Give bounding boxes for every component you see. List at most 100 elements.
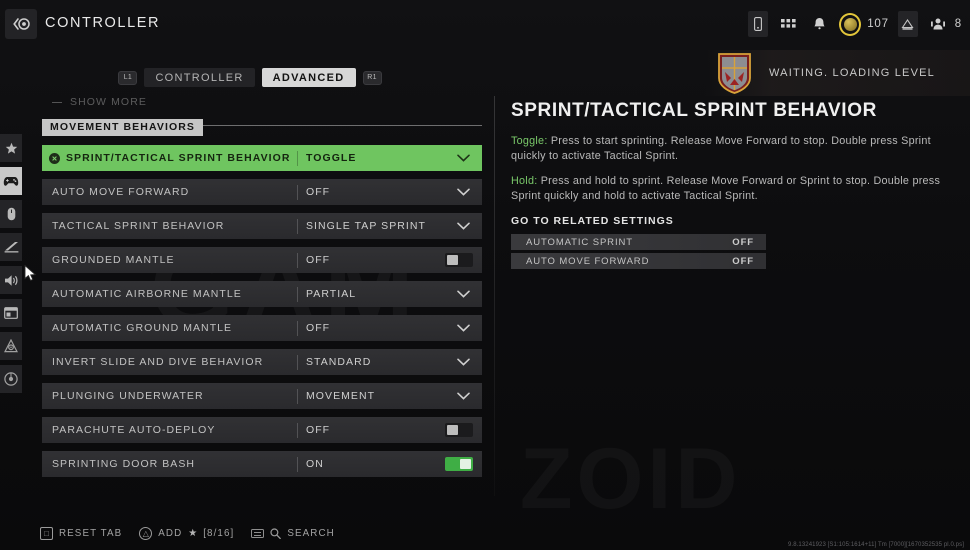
- cod-points-coin-icon[interactable]: [839, 11, 862, 37]
- tab-advanced[interactable]: ADVANCED: [261, 68, 356, 87]
- settings-row[interactable]: AUTOMATIC GROUND MANTLE OFF: [42, 315, 482, 341]
- sidebar-item-mouse-keyboard[interactable]: [0, 200, 22, 228]
- reset-tab-button[interactable]: □ RESET TAB: [40, 527, 122, 540]
- show-more-label: SHOW MORE: [70, 96, 147, 108]
- reset-tab-label: RESET TAB: [59, 528, 123, 539]
- mobile-device-icon[interactable]: [748, 11, 769, 37]
- settings-row[interactable]: TACTICAL SPRINT BEHAVIOR SINGLE TAP SPRIN…: [42, 213, 482, 239]
- detail-paragraph-hold: Hold: Press and hold to sprint. Release …: [511, 174, 961, 204]
- related-settings-list: AUTOMATIC SPRINT OFF AUTO MOVE FORWARD OFF: [511, 234, 963, 269]
- settings-row-value: OFF: [306, 254, 331, 266]
- sidebar-item-audio[interactable]: [0, 266, 22, 294]
- tab-controller[interactable]: CONTROLLER: [144, 68, 255, 87]
- add-label: ADD: [158, 528, 183, 539]
- category-rail: [0, 134, 22, 393]
- star-icon: ★: [188, 528, 198, 539]
- settings-row-label: SPRINTING DOOR BASH: [52, 458, 196, 470]
- settings-row-label: PARACHUTE AUTO-DEPLOY: [52, 424, 216, 436]
- settings-row-label: INVERT SLIDE AND DIVE BEHAVIOR: [52, 356, 264, 368]
- row-separator: [297, 354, 298, 370]
- settings-row-toggle[interactable]: [445, 253, 473, 267]
- panel-divider: [494, 96, 495, 496]
- loading-status-banner: WAITING. LOADING LEVEL: [705, 50, 970, 96]
- top-bar: CONTROLLER 107 8: [0, 0, 970, 48]
- search-button[interactable]: SEARCH: [251, 528, 334, 539]
- row-separator: [297, 150, 298, 166]
- settings-row[interactable]: PARACHUTE AUTO-DEPLOY OFF: [42, 417, 482, 443]
- settings-row-toggle[interactable]: [445, 457, 473, 471]
- settings-list: SHOW MORE MOVEMENT BEHAVIORS SPRINT/TACT…: [42, 92, 482, 477]
- detail-lead-hold: Hold:: [511, 175, 538, 187]
- related-setting-row[interactable]: AUTO MOVE FORWARD OFF: [511, 253, 766, 269]
- bell-notification-icon[interactable]: [808, 11, 830, 37]
- related-settings-heading: GO TO RELATED SETTINGS: [511, 215, 674, 227]
- sidebar-item-interface[interactable]: [0, 299, 22, 327]
- row-separator: [297, 184, 298, 200]
- banner-status-text: WAITING. LOADING LEVEL: [769, 67, 935, 79]
- squad-members-icon[interactable]: [927, 11, 949, 37]
- settings-row-value: PARTIAL: [306, 288, 357, 300]
- settings-row-label: GROUNDED MANTLE: [52, 254, 175, 266]
- section-label: MOVEMENT BEHAVIORS: [42, 118, 204, 136]
- settings-row[interactable]: SPRINTING DOOR BASH ON: [42, 451, 482, 477]
- footer-actions: □ RESET TAB △ ADD ★ [8/16] SEARCH: [40, 527, 335, 540]
- detail-lead-toggle: Toggle:: [511, 135, 548, 147]
- cod-points-count: 107: [867, 18, 889, 30]
- settings-row[interactable]: INVERT SLIDE AND DIVE BEHAVIOR STANDARD: [42, 349, 482, 375]
- sidebar-item-controller[interactable]: [0, 167, 22, 195]
- battlepass-icon[interactable]: [897, 11, 918, 37]
- related-setting-value: OFF: [732, 255, 754, 267]
- sidebar-item-graphics[interactable]: [0, 233, 22, 261]
- detail-title: SPRINT/TACTICAL SPRINT BEHAVIOR: [511, 100, 877, 121]
- square-button-icon: □: [40, 527, 53, 540]
- row-separator: [297, 388, 298, 404]
- settings-row-label: SPRINT/TACTICAL SPRINT BEHAVIOR: [66, 152, 291, 164]
- toggle-knob: [447, 425, 458, 435]
- collapse-dash-icon: [52, 101, 62, 103]
- settings-row-toggle[interactable]: [445, 423, 473, 437]
- add-favorite-button[interactable]: △ ADD ★ [8/16]: [139, 527, 234, 540]
- settings-row[interactable]: AUTO MOVE FORWARD OFF: [42, 179, 482, 205]
- settings-row-label: AUTOMATIC GROUND MANTLE: [52, 322, 233, 334]
- settings-row[interactable]: AUTOMATIC AIRBORNE MANTLE PARTIAL: [42, 281, 482, 307]
- toggle-knob: [447, 255, 458, 265]
- detail-text-toggle: Press to start sprinting. Release Move F…: [511, 135, 931, 162]
- row-separator: [297, 252, 298, 268]
- settings-row-value: SINGLE TAP SPRINT: [306, 220, 426, 232]
- row-separator: [297, 218, 298, 234]
- triangle-button-icon: △: [139, 527, 153, 540]
- settings-row-label: AUTO MOVE FORWARD: [52, 186, 190, 198]
- row-separator: [297, 286, 298, 302]
- right-bumper-icon[interactable]: R1: [362, 70, 382, 85]
- sidebar-item-favorites[interactable]: [0, 134, 22, 162]
- settings-row-value: ON: [306, 458, 324, 470]
- sidebar-item-accessibility[interactable]: [0, 332, 22, 360]
- squad-count: 8: [954, 18, 962, 30]
- settings-row[interactable]: GROUNDED MANTLE OFF: [42, 247, 482, 273]
- related-setting-label: AUTO MOVE FORWARD: [526, 255, 650, 267]
- toggle-knob: [460, 459, 471, 469]
- search-label: SEARCH: [287, 528, 335, 539]
- row-separator: [297, 320, 298, 336]
- show-more-row[interactable]: SHOW MORE: [42, 92, 482, 108]
- settings-rows: SPRINT/TACTICAL SPRINT BEHAVIOR TOGGLE AUT…: [42, 145, 482, 477]
- page-title: CONTROLLER: [45, 15, 161, 31]
- hud-bar: 107 8: [748, 11, 962, 37]
- grid-apps-icon[interactable]: [777, 11, 799, 37]
- watermark-2: ZOID: [520, 430, 741, 529]
- related-setting-value: OFF: [732, 236, 754, 248]
- detail-text-hold: Press and hold to sprint. Release Move F…: [511, 175, 941, 202]
- row-separator: [297, 456, 298, 472]
- left-bumper-icon[interactable]: L1: [118, 70, 138, 85]
- faction-shield-emblem: [718, 53, 751, 94]
- settings-row[interactable]: SPRINT/TACTICAL SPRINT BEHAVIOR TOGGLE: [42, 145, 482, 171]
- search-icon: [270, 528, 282, 539]
- settings-row-value: OFF: [306, 186, 331, 198]
- settings-row[interactable]: PLUNGING UNDERWATER MOVEMENT: [42, 383, 482, 409]
- back-button[interactable]: [5, 9, 37, 39]
- detail-panel: SPRINT/TACTICAL SPRINT BEHAVIOR Toggle: …: [511, 100, 963, 272]
- sidebar-item-account[interactable]: [0, 365, 22, 393]
- detail-paragraph-toggle: Toggle: Press to start sprinting. Releas…: [511, 134, 961, 164]
- related-setting-row[interactable]: AUTOMATIC SPRINT OFF: [511, 234, 766, 250]
- settings-row-value: OFF: [306, 424, 331, 436]
